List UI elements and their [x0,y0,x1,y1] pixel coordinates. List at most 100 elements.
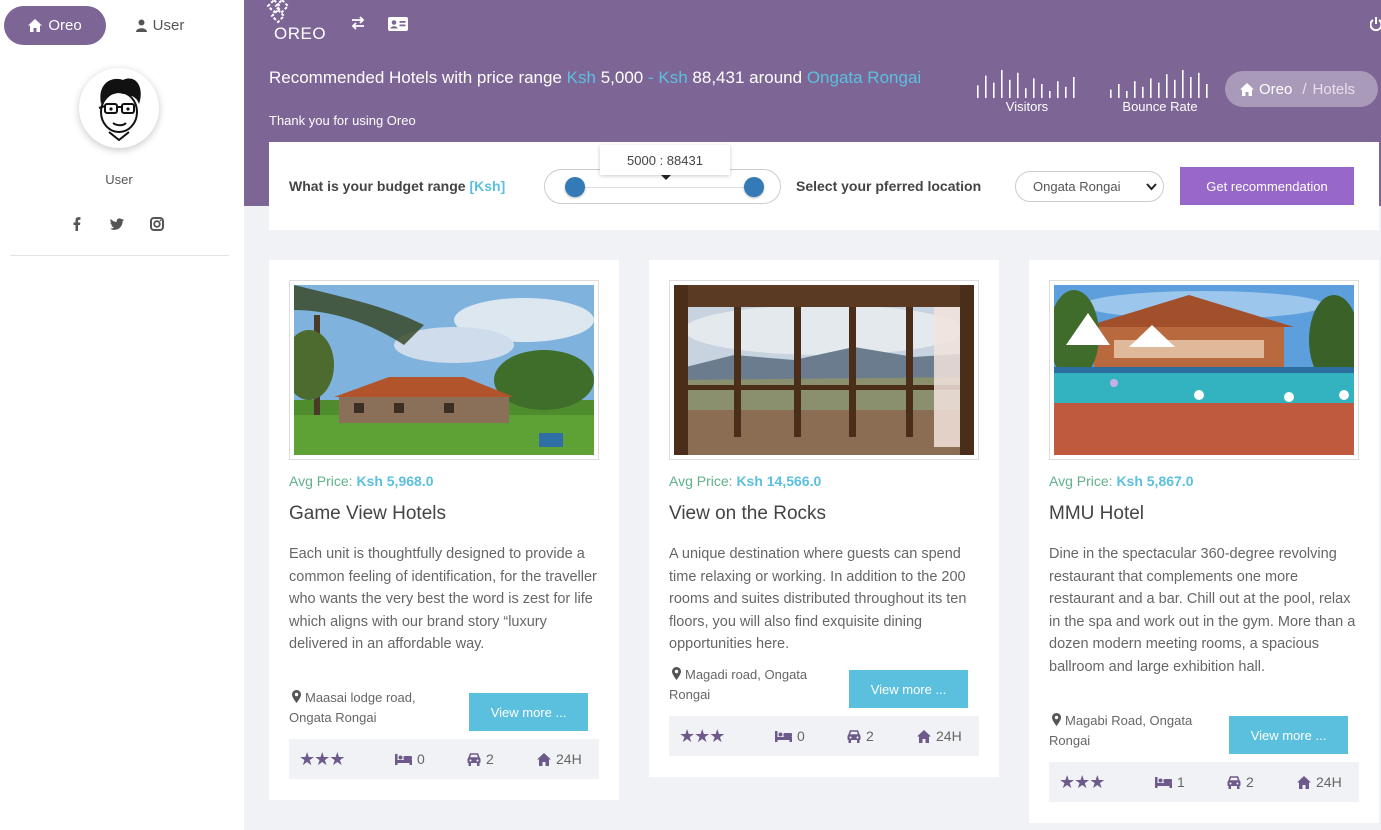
sparkline-bar [1150,78,1152,98]
sparkline-bar [1049,91,1051,98]
sparkline-bar [1198,72,1200,98]
hours-stat: 24H [537,751,582,767]
view-more-button[interactable]: View more ... [1229,716,1348,754]
home-icon [537,752,551,766]
hotel-address: Magadi road, Ongata Rongai [669,665,834,705]
breadcrumb-separator: / [1302,80,1307,98]
hotel-name[interactable]: MMU Hotel [1049,503,1144,525]
cars-count: 2 [866,728,874,744]
avg-price-value: Ksh 5,968.0 [356,473,434,489]
location-label: Select your pferred location [796,178,982,194]
home-icon [28,19,43,32]
bed-icon [395,753,412,765]
min-price: 5,000 [600,68,644,87]
location-select[interactable]: Ongata Rongai [1015,171,1164,202]
sparkline-bar [1182,70,1184,98]
home-icon [917,729,931,743]
power-icon[interactable] [1370,16,1381,32]
visitors-sparkline [977,70,1075,98]
hotel-photo[interactable] [1049,280,1359,460]
avg-price-label: Avg Price: [1049,473,1113,489]
tab-user[interactable]: User [106,6,214,45]
avg-price-value: Ksh 5,867.0 [1116,473,1194,489]
beds-stat: 0 [775,728,805,744]
visitors-label: Visitors [1005,99,1049,114]
sparkline-bar [1190,77,1192,98]
slider-min-handle[interactable] [565,177,585,197]
cars-stat: 2 [467,751,494,767]
tab-oreo[interactable]: Oreo [4,6,106,45]
hotel-name[interactable]: Game View Hotels [289,503,446,525]
bounce-rate-label: Bounce Rate [1122,99,1198,114]
heading-location: Ongata Rongai [806,68,922,87]
rating-stars: ★★★ [1059,772,1105,792]
filter-bar: What is your budget range [Ksh] 5000 : 8… [269,142,1379,230]
hotel-stats: ★★★ 0 2 24H [289,739,599,779]
avg-price-value: Ksh 14,566.0 [736,473,822,489]
sparkline-bar [1073,77,1075,98]
view-more-button[interactable]: View more ... [849,670,968,708]
sparkline-bar [1017,72,1019,98]
sparkline-bar [1065,86,1067,98]
beds-stat: 1 [1155,774,1185,790]
avg-price-label: Avg Price: [289,473,353,489]
hotel-address-text: Magadi road, Ongata Rongai [669,667,808,702]
hotel-photo[interactable] [669,280,979,460]
slider-tooltip-text: 5000 : 88431 [627,152,703,168]
beds-stat: 0 [395,751,425,767]
sparkline-bar [1158,82,1160,98]
currency-max: Ksh [658,68,688,87]
instagram-icon[interactable] [150,216,164,232]
sparkline-bar [1118,84,1120,98]
avatar[interactable] [79,68,159,148]
twitter-icon[interactable] [110,216,124,232]
avg-price: Avg Price: Ksh 5,968.0 [289,473,434,489]
hotel-address-text: Magabi Road, Ongata Rongai [1049,713,1193,748]
hotel-description: Each unit is thoughtfully designed to pr… [289,546,597,652]
home-icon [1297,775,1311,789]
sparkline-bar [993,82,995,98]
beds-count: 0 [417,751,425,767]
sparkline-bar [1206,84,1208,98]
hotel-photo-image [1054,285,1354,455]
sidebar: Oreo User User [0,0,244,830]
contact-card-icon[interactable] [388,16,408,32]
get-recommendation-button[interactable]: Get recommendation [1180,167,1354,205]
sidebar-divider [10,255,229,256]
hours-stat: 24H [917,728,962,744]
avg-price: Avg Price: Ksh 14,566.0 [669,473,821,489]
hotel-name[interactable]: View on the Rocks [669,503,826,525]
view-more-button[interactable]: View more ... [469,693,588,731]
sparkline-bar [1057,81,1059,98]
avatar-illustration [98,78,141,142]
sparkline-bar [1126,91,1128,98]
map-pin-icon [672,667,681,680]
cars-count: 2 [486,751,494,767]
slider-max-handle[interactable] [744,177,764,197]
beds-count: 0 [797,728,805,744]
hotel-address-text: Maasai lodge road, Ongata Rongai [289,690,416,725]
sparkline-bar [1134,81,1136,98]
avg-price-label: Avg Price: [669,473,733,489]
breadcrumb-current: Hotels [1312,80,1356,98]
hours-value: 24H [1316,774,1342,790]
sparkline-bar [977,85,979,98]
cars-stat: 2 [847,728,874,744]
swap-icon[interactable] [350,16,366,30]
tab-oreo-label: Oreo [48,17,82,34]
sparkline-bar [1174,79,1176,98]
sparkline-bar [1033,78,1035,98]
sparkline-bar [1110,89,1112,98]
bed-icon [1155,776,1172,788]
budget-label: What is your budget range [Ksh] [289,178,505,194]
hotel-photo[interactable] [289,280,599,460]
sparkline-bar [1166,74,1168,98]
facebook-icon[interactable] [70,216,84,232]
logo-text[interactable]: OREO [274,24,326,44]
cars-count: 2 [1246,774,1254,790]
hotel-card-view-on-the-rocks: Avg Price: Ksh 14,566.0 View on the Rock… [649,260,999,777]
sidebar-tabs: Oreo User [4,6,214,45]
breadcrumb-home[interactable]: Oreo [1240,81,1292,98]
rating-stars: ★★★ [299,749,345,769]
bounce-rate-sparkline [1110,70,1208,98]
